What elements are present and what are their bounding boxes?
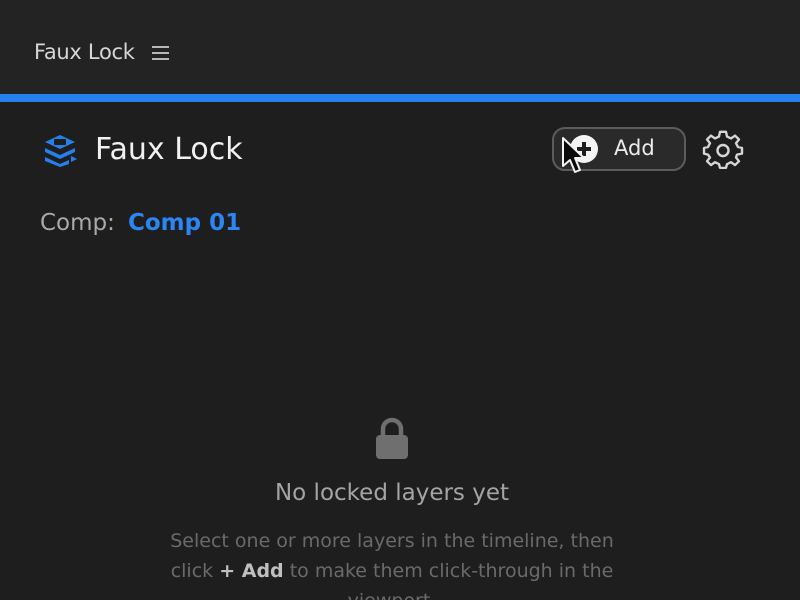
layers-stack-icon bbox=[45, 135, 77, 167]
add-button-label: Add bbox=[614, 136, 655, 160]
lock-icon bbox=[376, 417, 408, 459]
gear-icon[interactable] bbox=[702, 130, 744, 172]
plus-circle-icon bbox=[570, 135, 598, 163]
panel-tab-header: Faux Lock bbox=[0, 0, 800, 94]
panel-accent-bar bbox=[0, 94, 800, 102]
hamburger-menu-icon[interactable] bbox=[152, 44, 172, 62]
faux-lock-panel: Faux Lock Faux Lock Add Comp: Comp 01 No… bbox=[0, 0, 800, 600]
empty-state-description-end: to make them click-through in the viewpo… bbox=[289, 560, 614, 600]
comp-label: Comp: bbox=[40, 210, 115, 236]
add-button[interactable]: Add bbox=[552, 127, 686, 171]
app-title: Faux Lock bbox=[95, 132, 243, 167]
empty-state-heading: No locked layers yet bbox=[274, 480, 510, 506]
empty-state-description: Select one or more layers in the timelin… bbox=[150, 526, 634, 600]
panel-tab-title[interactable]: Faux Lock bbox=[34, 40, 135, 64]
comp-name-link[interactable]: Comp 01 bbox=[128, 210, 241, 236]
empty-state-add-action: + Add bbox=[219, 560, 284, 582]
